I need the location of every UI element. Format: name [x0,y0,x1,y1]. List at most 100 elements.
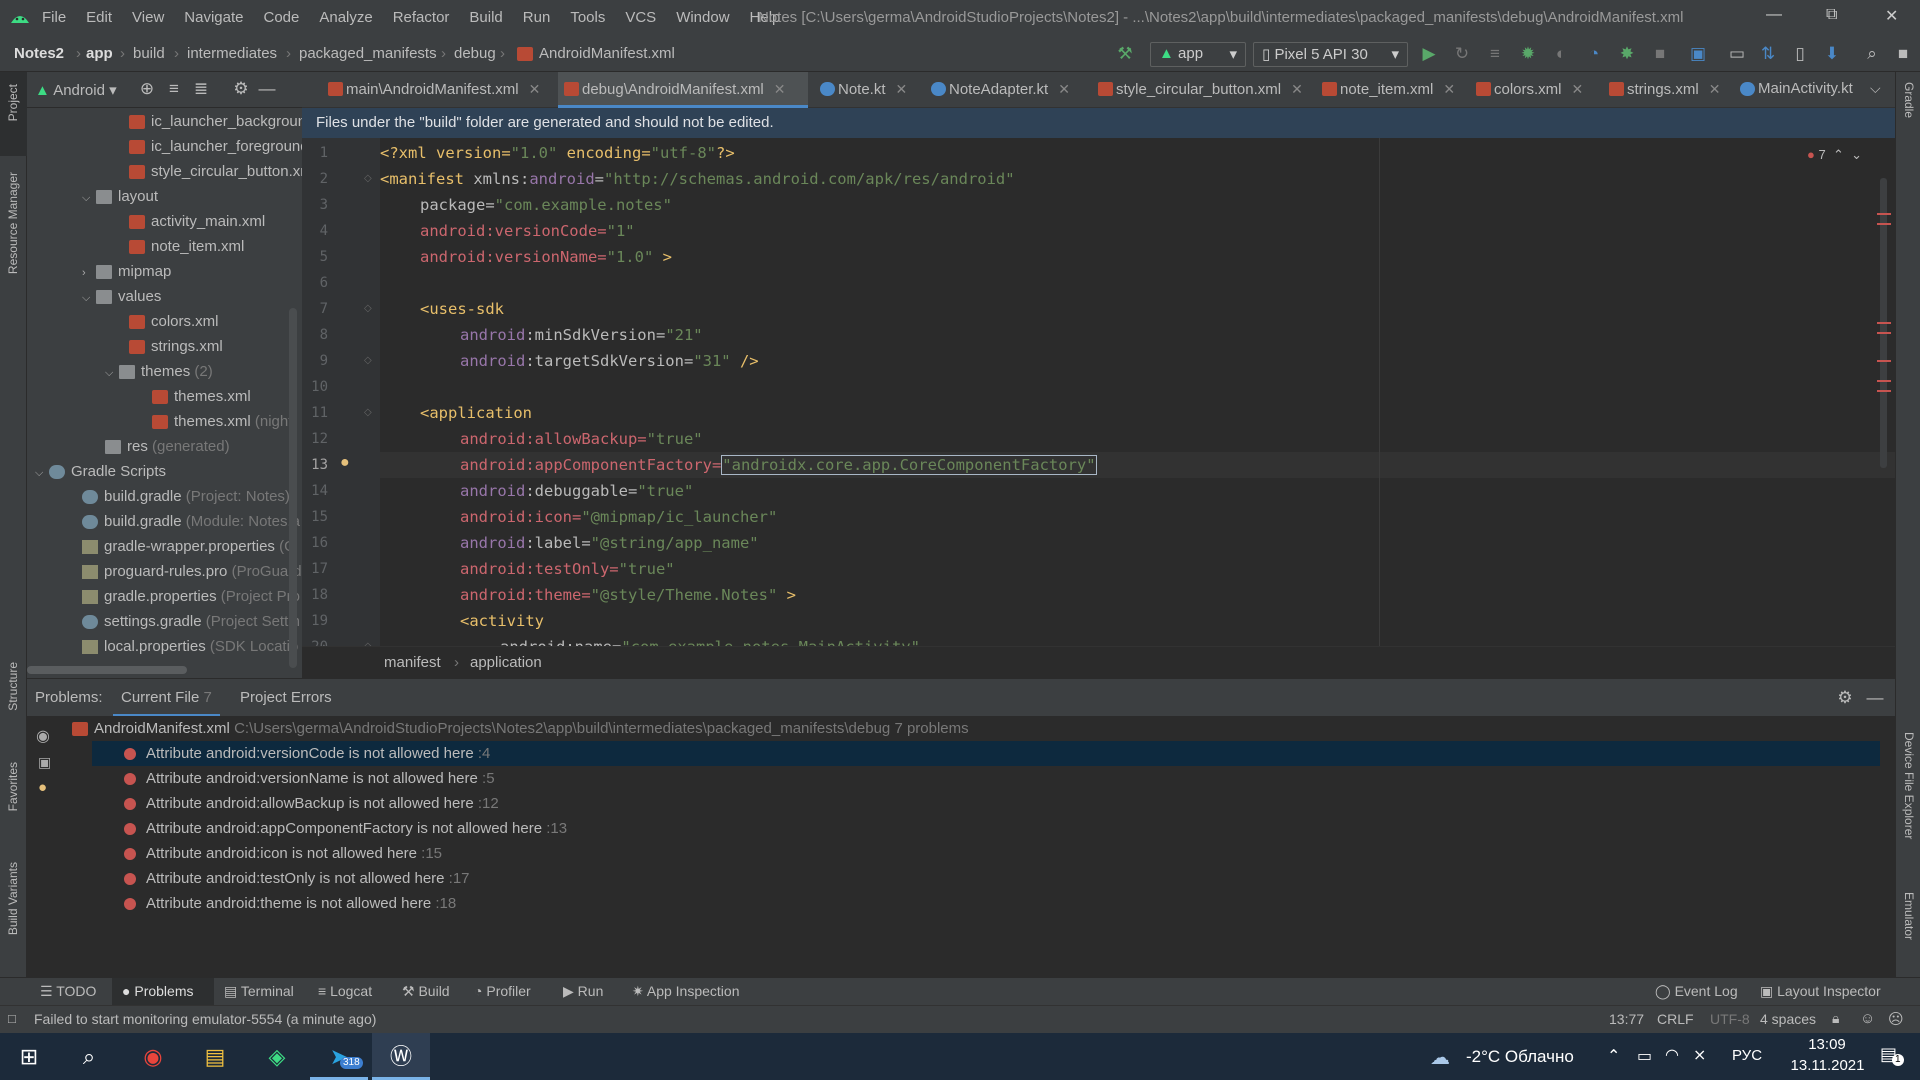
tab-project-errors[interactable]: Project Errors [240,689,332,706]
avatar-icon[interactable]: ■ [1893,44,1913,64]
feedback-face-icon[interactable]: ☹ [1888,1010,1904,1028]
tab-strings[interactable]: strings.xml ✕ [1603,72,1720,108]
preview-icon[interactable]: ▣ [38,754,51,771]
minimize-icon[interactable]: — [1766,6,1782,24]
tab-current-file[interactable]: Current File 7 [113,679,220,717]
stop-icon[interactable]: ■ [1650,44,1670,64]
coverage-icon[interactable]: ◐ [1551,44,1571,64]
device-manager-icon[interactable]: ▭ [1727,44,1747,64]
tool-window-structure[interactable]: Structure [6,662,20,711]
weather-cloud-icon[interactable]: ☁ [1430,1045,1450,1070]
intention-bulb-icon[interactable]: ● [340,454,350,472]
menu-build[interactable]: Build [469,9,502,26]
tab-colors[interactable]: colors.xml ✕ [1470,72,1583,108]
gear-icon[interactable]: ⚙ [1835,688,1855,708]
tool-layout-inspector[interactable]: ▣ Layout Inspector [1760,983,1881,1000]
close-window-icon[interactable]: ✕ [1885,6,1898,26]
chrome-icon[interactable]: ◉ [124,1033,182,1080]
locate-icon[interactable]: ⊕ [137,79,157,99]
tab-debug-manifest[interactable]: debug\AndroidManifest.xml ✕ [558,72,808,108]
error-marker[interactable] [1877,332,1891,334]
telegram-icon[interactable]: ➤ 318 [310,1033,368,1080]
sync-gradle-icon[interactable]: ⇅ [1758,44,1778,64]
tool-run[interactable]: ▶ Run [563,983,603,1000]
collapse-all-icon[interactable]: ≣ [191,79,211,99]
problem-file-row[interactable]: AndroidManifest.xml C:\Users\germa\Andro… [72,716,1860,741]
tree-item[interactable]: settings.gradle (Project Settin [82,609,300,634]
problem-item[interactable]: Attribute android:versionCode is not all… [92,741,1880,766]
apply-changes-icon[interactable]: ≡ [1485,44,1505,64]
notification-icon[interactable]: ▤ 1 [1880,1044,1904,1066]
close-icon[interactable]: ✕ [1572,81,1584,97]
tool-terminal[interactable]: ▤ Terminal [224,983,294,1000]
tab-main-manifest[interactable]: main\AndroidManifest.xml ✕ [322,72,540,108]
problem-item[interactable]: Attribute android:icon is not allowed he… [92,841,1880,866]
menu-window[interactable]: Window [676,9,729,26]
tabs-overflow-chevron-icon[interactable]: ⌵ [1870,80,1881,97]
breadcrumb-project[interactable]: Notes2 [14,45,64,62]
problem-item[interactable]: Attribute android:theme is not allowed h… [92,891,1880,916]
tree-item[interactable]: local.properties (SDK Locatio [82,634,298,659]
vertical-scrollbar[interactable] [289,308,297,668]
fold-icon[interactable]: ◇ [364,355,372,366]
chevron-up-icon[interactable]: ⌃ [1607,1046,1620,1066]
tool-window-favorites[interactable]: Favorites [6,762,20,811]
close-icon[interactable]: ✕ [774,81,786,97]
device-select[interactable]: ▯ Pixel 5 API 30 ▾ [1253,42,1408,67]
tree-item[interactable]: ⌵ layout [82,184,158,209]
file-explorer-icon[interactable]: ▤ [186,1033,244,1080]
menu-view[interactable]: View [132,9,164,26]
fold-icon[interactable]: ◇ [364,407,372,418]
build-hammer-icon[interactable]: ⚒ [1115,44,1135,64]
close-icon[interactable]: ✕ [529,81,541,97]
tool-window-gradle[interactable]: Gradle [1902,82,1916,118]
tree-item[interactable]: style_circular_button.xml [129,159,302,184]
gear-icon[interactable]: ⚙ [231,79,251,99]
lock-icon[interactable]: 🔒︎ [1832,1010,1839,1027]
tool-todo[interactable]: ☰ TODO [40,983,96,1000]
tab-note-adapter[interactable]: NoteAdapter.kt ✕ [925,72,1070,108]
file-encoding[interactable]: UTF-8 [1710,1011,1750,1027]
clock-date[interactable]: 13.11.2021 [1780,1057,1875,1074]
tree-item[interactable]: activity_main.xml [129,209,265,234]
menu-navigate[interactable]: Navigate [184,9,243,26]
expand-all-icon[interactable]: ≡ [164,79,184,99]
volume-muted-icon[interactable]: ⨯ [1693,1045,1706,1065]
tree-item[interactable]: ⌵ themes (2) [105,359,213,384]
tree-item[interactable]: proguard-rules.pro (ProGuard [82,559,302,584]
tree-item[interactable]: themes.xml [152,384,251,409]
tab-main-activity[interactable]: MainActivity.kt [1734,72,1853,108]
caret-position[interactable]: 13:77 [1609,1011,1644,1027]
editor-crumb-application[interactable]: application [470,654,542,671]
problem-item[interactable]: Attribute android:appComponentFactory is… [92,816,1880,841]
close-icon[interactable]: ✕ [896,81,908,97]
menu-vcs[interactable]: VCS [625,9,656,26]
status-message[interactable]: Failed to start monitoring emulator-5554… [34,1011,376,1027]
tree-item[interactable]: ic_launcher_background [129,109,302,134]
tool-profiler[interactable]: ◔ Profiler [474,983,531,999]
tab-note-kt[interactable]: Note.kt ✕ [814,72,907,108]
tool-window-resource-manager[interactable]: Resource Manager [6,172,20,274]
fold-icon[interactable]: ◇ [364,173,372,184]
tree-item[interactable]: build.gradle (Module: Notes.a [82,509,300,534]
hide-panel-icon[interactable]: — [1865,688,1885,708]
run-icon[interactable]: ▶ [1419,44,1439,64]
breadcrumb-file[interactable]: AndroidManifest.xml [517,45,675,62]
rerun-icon[interactable]: ↻ [1452,44,1472,64]
sdk-manager-icon[interactable]: ⬇ [1822,44,1842,64]
problem-item[interactable]: Attribute android:allowBackup is not all… [92,791,1880,816]
tree-item[interactable]: strings.xml [129,334,223,359]
menu-analyze[interactable]: Analyze [319,9,372,26]
tool-window-device-file-explorer[interactable]: Device File Explorer [1902,732,1916,839]
line-separator[interactable]: CRLF [1657,1011,1694,1027]
menu-run[interactable]: Run [523,9,551,26]
avd-manager-icon[interactable]: ▯ [1790,44,1810,64]
search-icon[interactable]: ⌕ [60,1033,118,1080]
inspection-widget[interactable]: ● 7 ⌃ ⌄ [1807,147,1862,163]
fold-icon[interactable]: ◇ [364,303,372,314]
error-marker[interactable] [1877,390,1891,392]
tree-item[interactable]: ic_launcher_foreground [129,134,302,159]
close-icon[interactable]: ✕ [1443,81,1455,97]
tree-item[interactable]: gradle-wrapper.properties (G [82,534,296,559]
menu-code[interactable]: Code [263,9,299,26]
